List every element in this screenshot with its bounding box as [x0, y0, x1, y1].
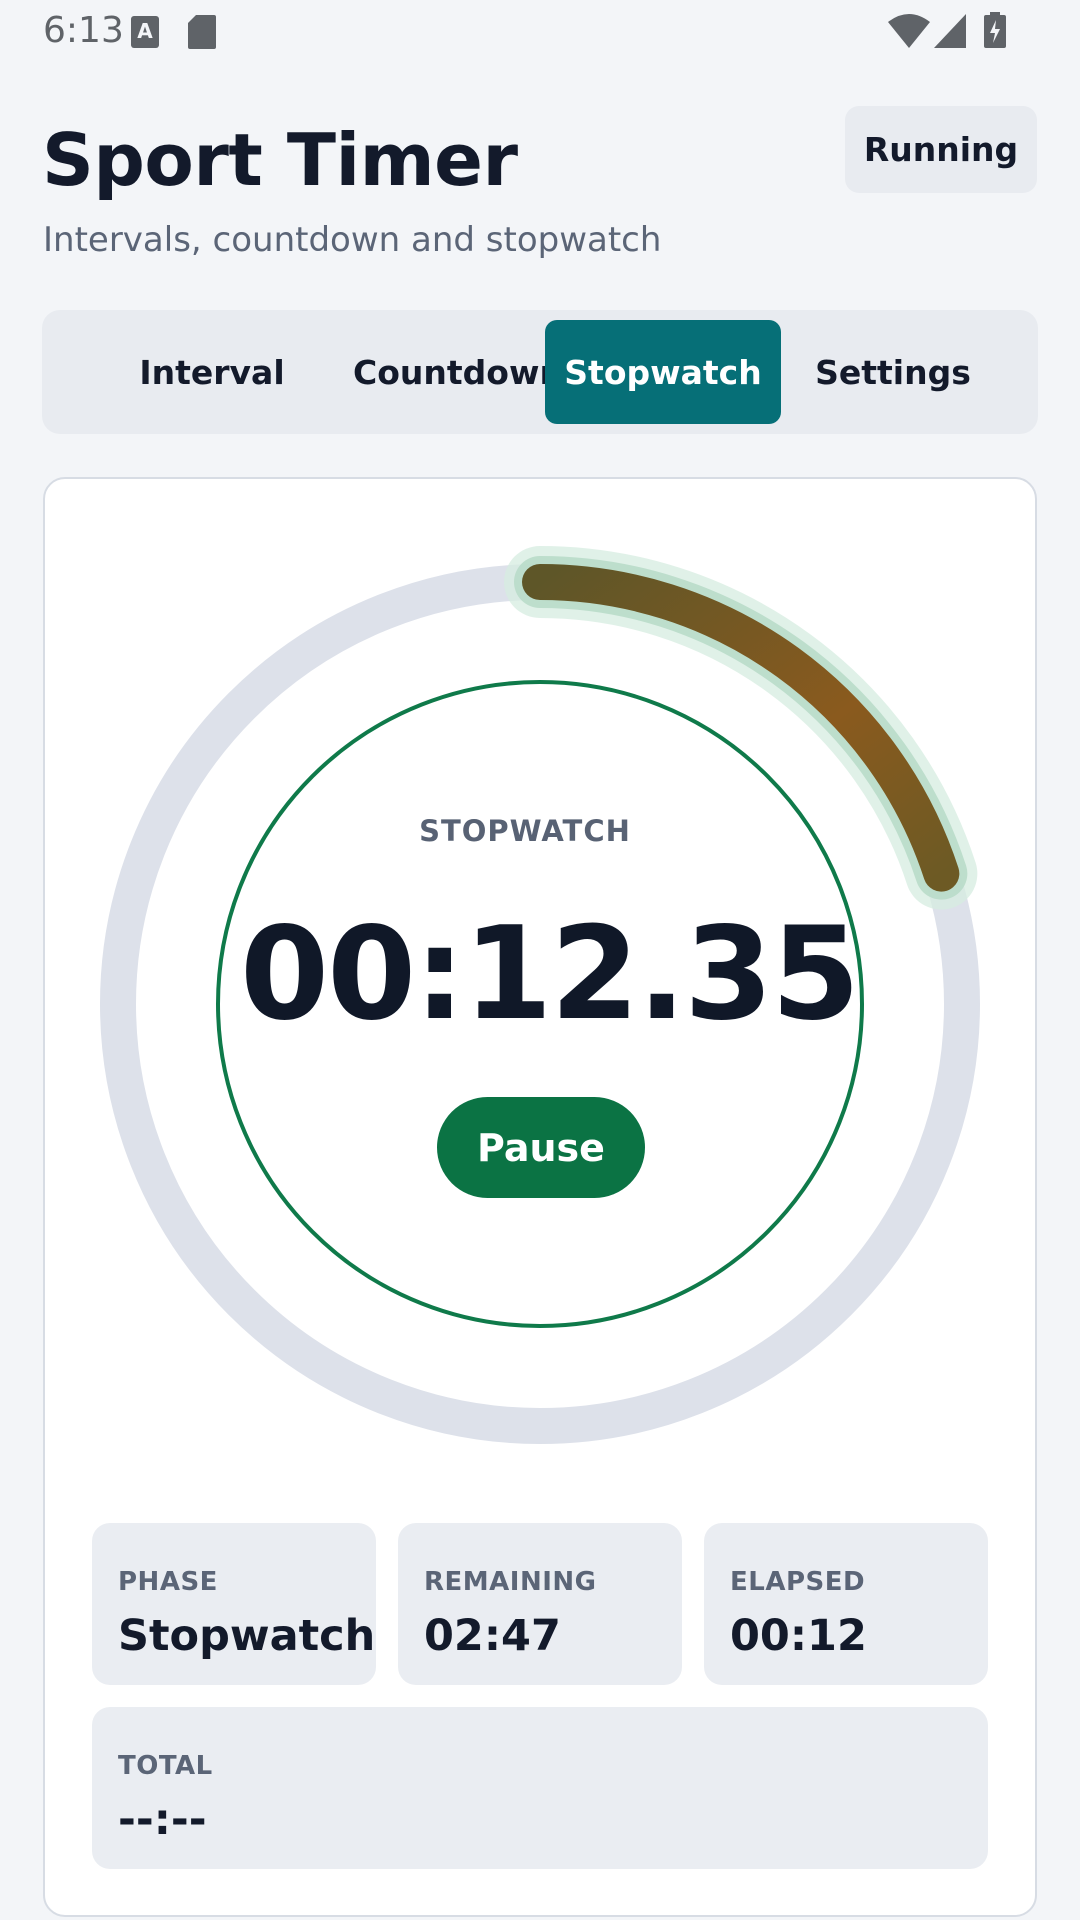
running-status-badge: Running: [845, 106, 1037, 193]
signal-icon: [934, 14, 966, 48]
time-readout: 00:12.35: [240, 900, 860, 1049]
tab-stopwatch[interactable]: Stopwatch: [545, 320, 781, 424]
wifi-icon: [888, 14, 930, 48]
pause-button[interactable]: Pause: [437, 1097, 645, 1198]
text-a-icon: A: [131, 16, 159, 48]
stat-value: Stopwatch: [118, 1611, 376, 1661]
app-subtitle: Intervals, countdown and stopwatch: [43, 220, 662, 260]
stat-value: --:--: [118, 1795, 207, 1845]
stat-label: REMAINING: [424, 1567, 597, 1597]
app-title: Sport Timer: [42, 118, 518, 202]
stat-elapsed: ELAPSED 00:12: [704, 1523, 988, 1685]
timer-mode-label: STOPWATCH: [419, 814, 631, 848]
status-bar: 6:13 A: [0, 0, 1080, 62]
status-time: 6:13: [43, 10, 124, 51]
stat-remaining: REMAINING 02:47: [398, 1523, 682, 1685]
tab-settings[interactable]: Settings: [775, 320, 1011, 424]
stat-value: 00:12: [730, 1611, 867, 1661]
stat-label: TOTAL: [118, 1751, 213, 1781]
stat-phase: PHASE Stopwatch: [92, 1523, 376, 1685]
battery-charging-icon: [984, 12, 1006, 48]
tab-countdown[interactable]: Countdown: [340, 320, 576, 424]
tab-interval[interactable]: Interval: [94, 320, 330, 424]
stat-value: 02:47: [424, 1611, 561, 1661]
stat-label: ELAPSED: [730, 1567, 866, 1597]
sd-card-icon: [188, 15, 216, 49]
stat-total: TOTAL --:--: [92, 1707, 988, 1869]
svg-text:A: A: [137, 19, 153, 43]
stat-label: PHASE: [118, 1567, 218, 1597]
mode-tabs: Interval Countdown Stopwatch Settings: [42, 310, 1038, 434]
